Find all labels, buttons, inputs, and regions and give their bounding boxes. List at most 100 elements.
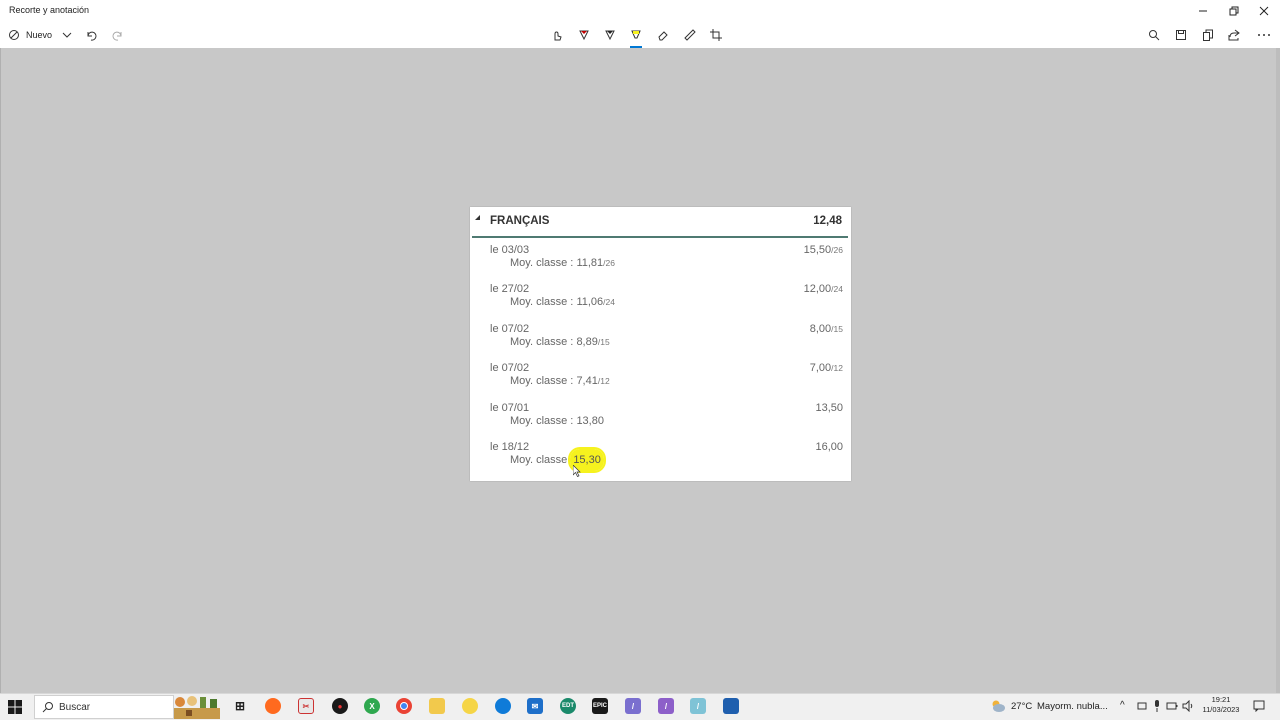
new-snip-icon — [9, 30, 19, 40]
grade-value: 7,00/12 — [809, 362, 843, 375]
photos-icon[interactable] — [723, 698, 739, 714]
notes-app-2-icon[interactable]: / — [658, 698, 674, 714]
search-highlight-art-icon — [174, 696, 220, 719]
copy-icon — [1203, 29, 1213, 41]
grade-row: le 03/03 Moy. classe : 11,81/26 15,50/26 — [470, 243, 851, 282]
ballpoint-pen-icon — [579, 30, 589, 41]
close-icon — [1259, 6, 1269, 16]
taskbar-clock[interactable]: 19:21 11/03/2023 — [1196, 695, 1246, 715]
grade-date: le 07/01 — [490, 401, 530, 414]
window-title: Recorte y anotación — [9, 5, 90, 15]
task-view-icon[interactable]: ⊞ — [232, 698, 248, 714]
mouse-cursor-icon — [573, 465, 581, 477]
touch-writing-button[interactable] — [549, 25, 565, 45]
notifications-icon[interactable] — [1253, 700, 1265, 712]
class-average: Moy. classe : 11,06/24 — [510, 296, 615, 309]
eraser-button[interactable] — [655, 25, 671, 45]
grade-row: le 07/01 Moy. classe : 13,80 13,50 — [470, 401, 851, 440]
class-average: Moy. classe 15,30 — [510, 448, 604, 471]
collapse-arrow-icon — [475, 215, 480, 220]
grade-value: 13,50 — [815, 401, 843, 414]
firefox-icon[interactable] — [265, 698, 281, 714]
network-icon[interactable] — [1137, 701, 1147, 711]
grade-row: le 18/12 Moy. classe 15,30 16,00 — [470, 440, 851, 479]
search-icon — [42, 702, 53, 713]
grade-row: le 07/02 Moy. classe : 7,41/12 7,00/12 — [470, 361, 851, 400]
pencil-button[interactable] — [602, 25, 618, 45]
microphone-icon[interactable] — [1153, 700, 1161, 712]
grade-row: le 07/02 Moy. classe : 8,89/15 8,00/15 — [470, 322, 851, 361]
class-average: Moy. classe : 13,80 — [510, 414, 604, 427]
share-button[interactable] — [1226, 25, 1242, 45]
grade-row: le 27/02 Moy. classe : 11,06/24 12,00/24 — [470, 282, 851, 321]
subject-header: FRANÇAIS 12,48 — [472, 207, 848, 238]
grade-date: le 07/02 — [490, 362, 530, 375]
chrome-icon[interactable] — [396, 698, 412, 714]
notes-app-icon[interactable]: / — [625, 698, 641, 714]
title-bar: Recorte y anotación — [0, 0, 1280, 22]
sticky-app-icon[interactable] — [462, 698, 478, 714]
save-button[interactable] — [1173, 25, 1189, 45]
more-button[interactable] — [1255, 25, 1273, 45]
grade-value: 16,00 — [815, 440, 843, 453]
close-button[interactable] — [1249, 0, 1279, 22]
eraser-icon — [658, 31, 668, 41]
edge-icon[interactable] — [495, 698, 511, 714]
copy-button[interactable] — [1200, 25, 1216, 45]
battery-icon[interactable] — [1166, 701, 1178, 711]
class-average: Moy. classe : 11,81/26 — [510, 257, 615, 269]
grade-date: le 18/12 — [490, 440, 530, 453]
volume-icon[interactable] — [1182, 700, 1194, 712]
crop-button[interactable] — [708, 25, 724, 45]
weather-description[interactable]: Mayorm. nubla... — [1037, 701, 1108, 712]
undo-icon — [87, 31, 97, 41]
crop-icon — [710, 29, 722, 41]
redo-button[interactable] — [111, 25, 125, 45]
epic-games-icon[interactable]: EPIC — [592, 698, 608, 714]
taskbar-search-box[interactable]: Buscar — [34, 695, 174, 719]
ballpoint-pen-button[interactable] — [576, 25, 592, 45]
restore-button[interactable] — [1219, 0, 1249, 22]
search-placeholder: Buscar — [59, 702, 91, 713]
highlighter-icon — [631, 30, 641, 39]
grades-card: FRANÇAIS 12,48 le 03/03 Moy. classe : 11… — [470, 207, 851, 481]
minimize-icon — [1199, 10, 1207, 12]
obs-icon[interactable]: ● — [332, 698, 348, 714]
vertical-scrollbar[interactable] — [1276, 48, 1280, 693]
weather-cloudy-icon[interactable] — [990, 699, 1006, 713]
touch-writing-icon — [554, 31, 562, 41]
clock-date: 11/03/2023 — [1202, 705, 1240, 714]
zoom-icon — [1149, 30, 1160, 41]
grade-value: 8,00/15 — [809, 322, 843, 335]
restore-icon — [1229, 6, 1239, 16]
grade-value: 15,50/26 — [803, 244, 843, 256]
save-icon — [1176, 30, 1186, 40]
highlighter-button[interactable] — [628, 25, 644, 48]
grade-value: 12,00/24 — [803, 283, 843, 296]
ruler-button[interactable] — [682, 25, 698, 45]
share-icon — [1228, 29, 1240, 41]
more-icon — [1258, 34, 1270, 36]
subject-name: FRANÇAIS — [490, 215, 550, 227]
windows-start-icon[interactable] — [8, 700, 22, 714]
new-snip-button[interactable]: Nuevo — [8, 25, 52, 45]
xbox-icon[interactable]: X — [364, 698, 380, 714]
zoom-button[interactable] — [1146, 25, 1162, 45]
edit-app-icon[interactable]: / — [690, 698, 706, 714]
new-label: Nuevo — [26, 30, 53, 40]
mail-icon[interactable]: ✉ — [527, 698, 543, 714]
minimize-button[interactable] — [1188, 0, 1218, 22]
file-explorer-icon[interactable] — [429, 698, 445, 714]
edt-icon[interactable]: EDT — [560, 698, 576, 714]
undo-button[interactable] — [84, 25, 98, 45]
toolbar: Nuevo — [0, 22, 1280, 48]
ruler-icon — [684, 29, 696, 41]
tray-chevron-up-icon[interactable]: ^ — [1120, 700, 1125, 711]
clock-time: 19:21 — [1211, 695, 1231, 704]
class-average: Moy. classe : 7,41/12 — [510, 375, 610, 388]
chevron-down-icon — [62, 32, 72, 38]
pencil-icon — [605, 30, 615, 41]
new-mode-dropdown[interactable] — [61, 25, 73, 45]
snipping-tool-taskbar-icon[interactable]: ✂ — [298, 698, 314, 714]
class-average: Moy. classe : 8,89/15 — [510, 335, 610, 348]
